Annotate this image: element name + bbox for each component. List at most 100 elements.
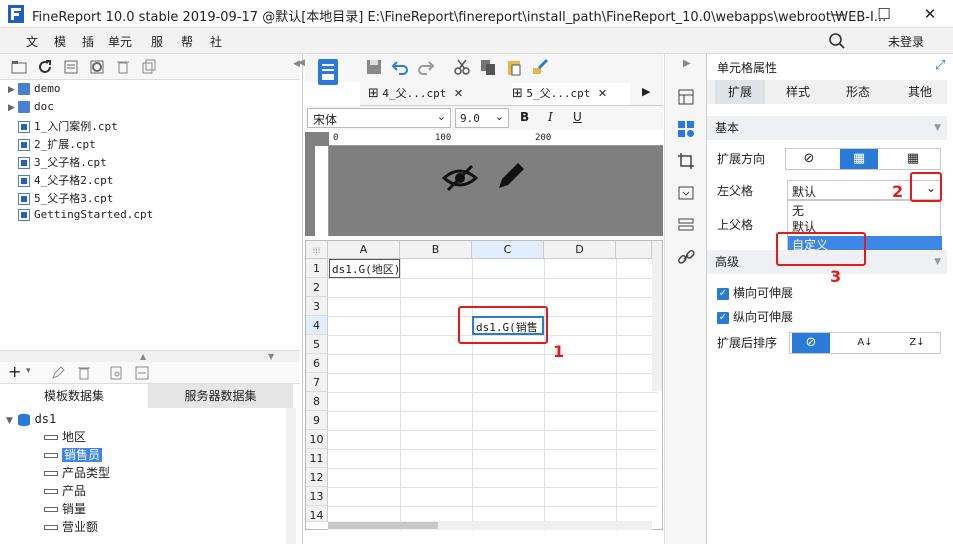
horizontal-stretch-checkbox[interactable]: ✓ 横向可伸展	[717, 284, 793, 301]
cell-attribute-icon[interactable]	[677, 120, 695, 138]
row-header[interactable]: 14	[306, 506, 328, 522]
menu-insert[interactable]: 插	[82, 33, 94, 50]
row-header[interactable]: 6	[306, 354, 328, 373]
paste-icon[interactable]	[505, 58, 523, 76]
close-tab-icon[interactable]: ✕	[454, 87, 463, 100]
hide-icon[interactable]	[442, 162, 478, 194]
font-size-select[interactable]: 9.0 ⌄	[455, 108, 509, 128]
row-header[interactable]: 1	[306, 259, 328, 278]
close-tab-icon[interactable]: ✕	[598, 87, 607, 100]
row-header[interactable]: 7	[306, 373, 328, 392]
row-header[interactable]: 4	[306, 316, 328, 335]
field-item[interactable]: 地区	[44, 428, 86, 446]
tab-form[interactable]: 形态	[833, 80, 883, 104]
row-header[interactable]: 2	[306, 278, 328, 297]
settings-icon[interactable]	[88, 58, 106, 76]
doc-tab-4[interactable]: ⊞ 4_父...cpt ✕	[368, 83, 508, 105]
params-icon[interactable]	[134, 365, 150, 381]
field-item[interactable]: 产品类型	[44, 464, 110, 482]
collapse-left-icon[interactable]: ◀	[298, 58, 305, 68]
condition-icon[interactable]	[677, 216, 695, 234]
format-brush-icon[interactable]	[531, 58, 549, 76]
no-expand-icon[interactable]: ⊘	[790, 149, 828, 169]
spreadsheet-grid[interactable]: ⁞⁞⁞ A B C D 1 2 3 4 5 6 7 8 9 10 11 12 1…	[305, 240, 663, 531]
save-icon[interactable]	[365, 58, 383, 76]
delete-icon[interactable]	[76, 365, 92, 381]
search-icon[interactable]	[828, 32, 846, 50]
row-header[interactable]: 9	[306, 411, 328, 430]
close-button[interactable]: ✕	[907, 0, 953, 28]
open-file-icon[interactable]	[62, 58, 80, 76]
tree-item-cpt[interactable]: 5_父子格3.cpt	[18, 190, 113, 208]
row-header[interactable]: 8	[306, 392, 328, 411]
column-header-e[interactable]	[616, 241, 652, 259]
scroll-thumb[interactable]	[328, 522, 438, 529]
tab-template-dataset[interactable]: 模板数据集	[0, 384, 148, 408]
select-all-corner[interactable]: ⁞⁞⁞	[306, 241, 328, 259]
row-header[interactable]: 10	[306, 430, 328, 449]
tab-menu-icon[interactable]: ▶	[642, 85, 650, 98]
option-none[interactable]: 无	[792, 202, 804, 219]
font-family-select[interactable]: 宋体 ⌄	[307, 108, 451, 128]
checkbox-checked-icon[interactable]: ✓	[717, 311, 729, 324]
dropdown-arrow-icon[interactable]: ▾	[26, 366, 31, 376]
copy-icon[interactable]	[479, 58, 497, 76]
pin-icon[interactable]: ⤢	[935, 58, 945, 73]
refresh-icon[interactable]	[36, 58, 54, 76]
collapse-arrow-icon[interactable]: ▼	[6, 416, 13, 426]
section-basic[interactable]: 基本 ▼	[707, 116, 947, 140]
field-item[interactable]: 营业额	[44, 518, 98, 532]
row-header[interactable]: 11	[306, 449, 328, 468]
redo-icon[interactable]	[417, 58, 435, 76]
tab-style[interactable]: 样式	[773, 80, 823, 104]
tree-item-cpt[interactable]: 4_父子格2.cpt	[18, 172, 113, 190]
dataset-scrollbar[interactable]	[286, 408, 296, 544]
column-header-c[interactable]: C	[472, 241, 544, 259]
tree-item-demo[interactable]: ▶ demo	[8, 82, 61, 100]
tree-item-cpt[interactable]: 1_入门案例.cpt	[18, 118, 118, 136]
sort-ascending-icon[interactable]: A↓	[846, 333, 884, 353]
row-header[interactable]: 12	[306, 468, 328, 487]
menu-template[interactable]: 模	[54, 33, 66, 50]
tree-item-cpt[interactable]: GettingStarted.cpt	[18, 208, 153, 226]
maximize-button[interactable]: ☐	[861, 0, 907, 28]
field-item[interactable]: 销量	[44, 500, 86, 518]
minimize-button[interactable]: —	[815, 0, 861, 28]
tab-server-dataset[interactable]: 服务器数据集	[148, 384, 293, 408]
collapse-down-icon[interactable]: ▼	[268, 352, 274, 361]
row-header[interactable]: 5	[306, 335, 328, 354]
hyperlink-icon[interactable]	[677, 248, 695, 266]
delete-icon[interactable]	[114, 58, 132, 76]
cell-a1[interactable]: ds1.G(地区)	[329, 259, 400, 278]
column-header-d[interactable]: D	[544, 241, 616, 259]
panel-splitter[interactable]: ▲ ▼	[0, 350, 300, 362]
tab-expand[interactable]: 扩展	[715, 80, 765, 104]
no-sort-icon[interactable]: ⊘	[792, 333, 830, 353]
cell-element-icon[interactable]	[677, 88, 695, 106]
italic-button[interactable]: I	[548, 110, 553, 124]
menu-server[interactable]: 服	[151, 33, 163, 50]
crop-icon[interactable]	[677, 152, 695, 170]
copy-icon[interactable]	[140, 58, 158, 76]
menu-help[interactable]: 帮	[181, 33, 193, 50]
tab-other[interactable]: 其他	[895, 80, 945, 104]
row-header[interactable]: 3	[306, 297, 328, 316]
row-header[interactable]: 13	[306, 487, 328, 506]
chevron-down-icon[interactable]: ⌄	[495, 110, 504, 123]
vertical-expand-icon[interactable]: ▦	[840, 149, 878, 169]
tree-item-doc[interactable]: ▶ doc	[8, 100, 54, 118]
sort-descending-icon[interactable]: Z↓	[898, 333, 936, 353]
edit-pencil-icon[interactable]	[493, 160, 527, 194]
cut-icon[interactable]	[453, 58, 471, 76]
collapse-section-icon[interactable]: ▼	[934, 116, 941, 140]
expand-right-icon[interactable]: ▶	[683, 58, 691, 69]
menu-community[interactable]: 社	[210, 33, 222, 50]
checkbox-checked-icon[interactable]: ✓	[717, 287, 729, 300]
grid-vertical-scrollbar[interactable]	[652, 241, 662, 391]
dataset-root[interactable]: ▼ ds1	[6, 410, 56, 428]
bold-button[interactable]: B	[520, 110, 529, 124]
edit-icon[interactable]	[50, 365, 66, 381]
field-item-selected[interactable]: 销售员	[44, 446, 103, 464]
chevron-down-icon[interactable]: ⌄	[437, 110, 446, 123]
horizontal-expand-icon[interactable]: ▦	[894, 149, 932, 169]
